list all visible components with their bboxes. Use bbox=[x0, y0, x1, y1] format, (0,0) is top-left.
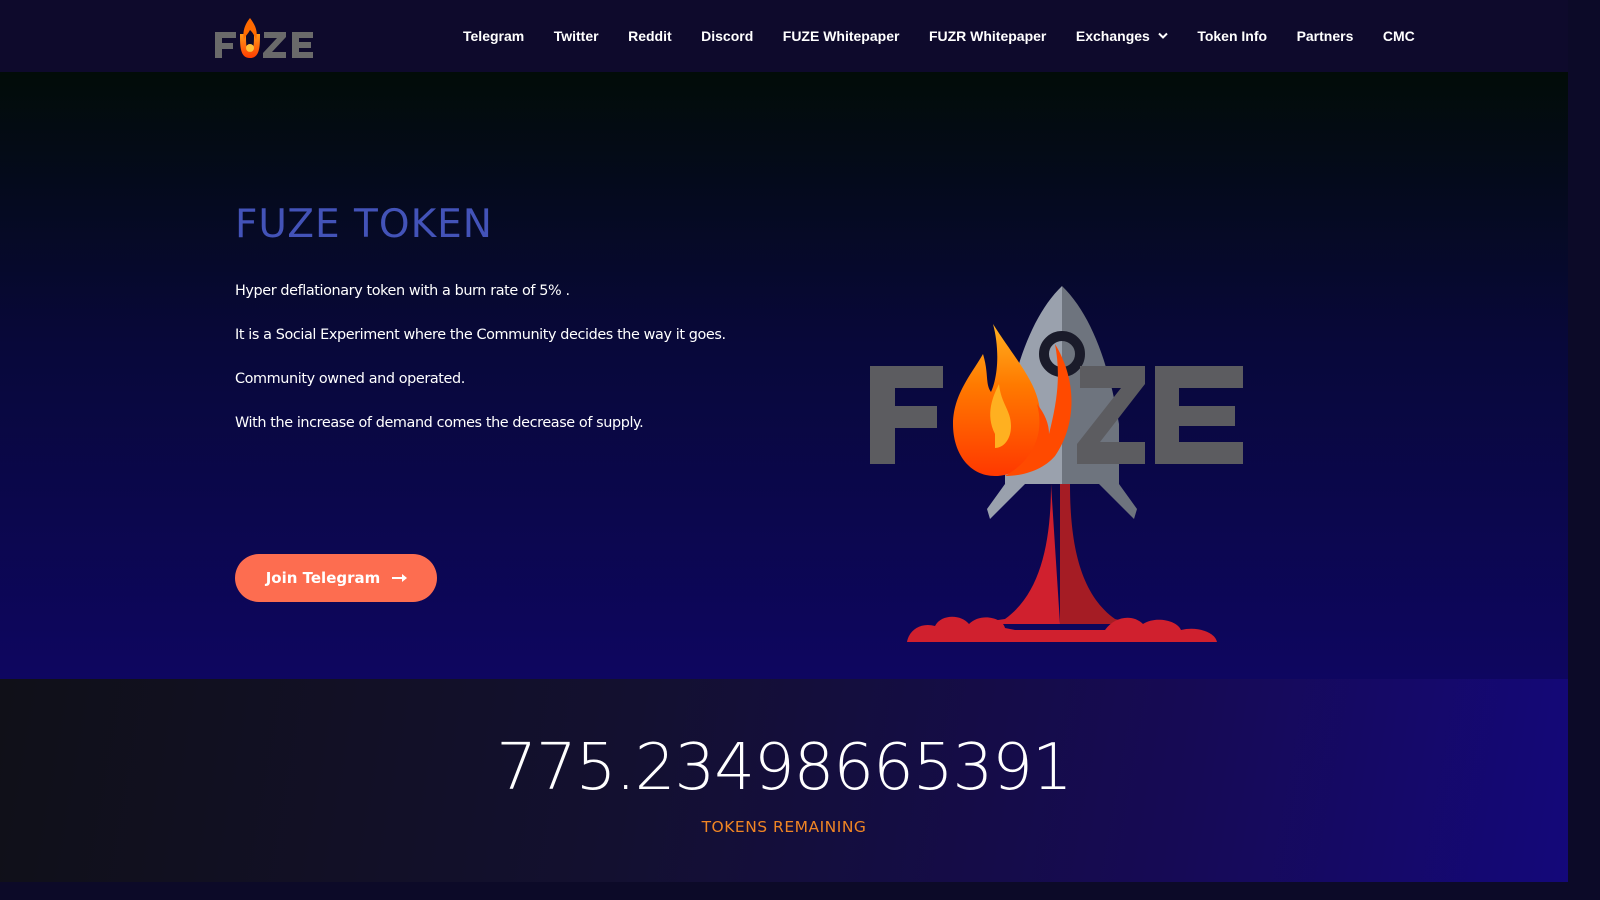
join-telegram-label: Join Telegram bbox=[265, 569, 381, 587]
join-telegram-button[interactable]: Join Telegram bbox=[235, 554, 437, 602]
tokens-remaining-section: 775.23498665391 TOKENS REMAINING bbox=[0, 679, 1568, 882]
arrow-right-icon bbox=[392, 574, 408, 582]
top-navigation: Telegram Twitter Reddit Discord FUZE Whi… bbox=[0, 0, 1568, 72]
nav-link-fuze-whitepaper[interactable]: FUZE Whitepaper bbox=[783, 28, 900, 44]
nav-link-reddit[interactable]: Reddit bbox=[628, 28, 672, 44]
nav-dropdown-exchanges[interactable]: Exchanges bbox=[1076, 28, 1168, 44]
hero-section: FUZE TOKEN Hyper deflationary token with… bbox=[0, 72, 1568, 679]
nav-link-label: FUZE Whitepaper bbox=[782, 28, 900, 44]
nav-link-label: FUZR Whitepaper bbox=[928, 28, 1047, 44]
hero-paragraph-supply: With the increase of demand comes the de… bbox=[235, 415, 644, 431]
hero-paragraph-community-owned: Community owned and operated. bbox=[235, 371, 465, 387]
chevron-down-icon bbox=[1158, 32, 1168, 39]
nav-link-label: Token Info bbox=[1197, 28, 1268, 44]
tokens-remaining-value: 775.23498665391 bbox=[496, 731, 1072, 805]
nav-link-cmc[interactable]: CMC bbox=[1383, 28, 1415, 44]
hero-paragraph-social-experiment: It is a Social Experiment where the Comm… bbox=[235, 327, 726, 343]
nav-link-label: Telegram bbox=[463, 28, 525, 44]
nav-link-token-info[interactable]: Token Info bbox=[1197, 28, 1267, 44]
nav-link-label: CMC bbox=[1382, 28, 1415, 44]
nav-link-partners[interactable]: Partners bbox=[1297, 28, 1354, 44]
nav-link-label: Twitter bbox=[553, 28, 599, 44]
fuze-logo[interactable] bbox=[212, 12, 316, 62]
tokens-remaining-label: TOKENS REMAINING bbox=[701, 818, 867, 836]
hero-title: FUZE TOKEN bbox=[235, 202, 493, 247]
nav-link-label: Reddit bbox=[628, 28, 672, 44]
nav-link-label: Partners bbox=[1296, 28, 1354, 44]
nav-link-discord[interactable]: Discord bbox=[701, 28, 753, 44]
fuze-rocket-logo bbox=[870, 286, 1243, 642]
nav-link-label: Discord bbox=[701, 28, 754, 44]
nav-menu: Telegram Twitter Reddit Discord FUZE Whi… bbox=[463, 0, 1415, 72]
hero-paragraph-burn-rate: Hyper deflationary token with a burn rat… bbox=[235, 283, 570, 299]
nav-link-fuzr-whitepaper[interactable]: FUZR Whitepaper bbox=[929, 28, 1046, 44]
nav-link-twitter[interactable]: Twitter bbox=[554, 28, 599, 44]
nav-link-telegram[interactable]: Telegram bbox=[463, 28, 524, 44]
nav-link-label: Exchanges bbox=[1075, 28, 1150, 44]
